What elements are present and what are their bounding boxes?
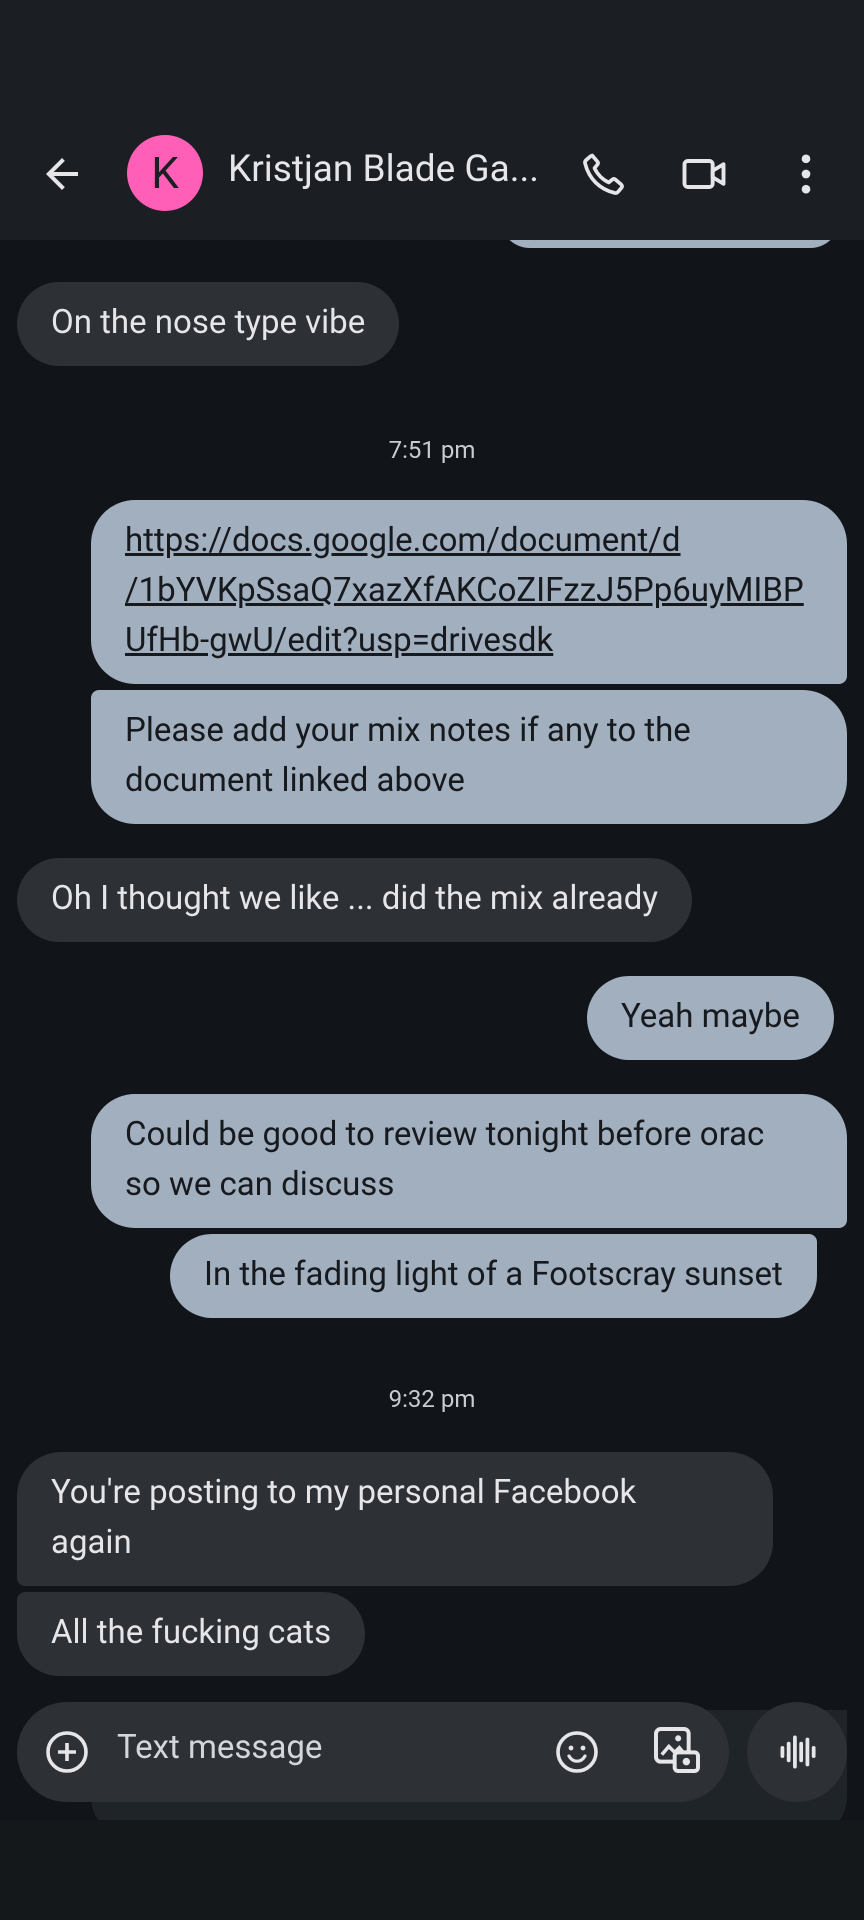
- message-text: On the nose type vibe: [51, 303, 366, 342]
- contact-name[interactable]: Kristjan Blade Ga...: [228, 148, 548, 191]
- message-text: Could be good to review tonight before o…: [125, 1115, 765, 1154]
- link-line[interactable]: https://docs.google.com/document/d: [125, 516, 813, 566]
- message-bubble-outgoing[interactable]: Please add your mix notes if any to the …: [91, 690, 847, 824]
- message-text: Yeah maybe: [621, 997, 800, 1036]
- message-text: You're posting to my personal Facebook: [51, 1473, 637, 1512]
- message-bubble-incoming[interactable]: Oh I thought we like ... did the mix alr…: [17, 858, 692, 942]
- timestamp: 9:32 pm: [388, 1385, 476, 1413]
- timestamp: 7:51 pm: [388, 436, 476, 464]
- gallery-icon[interactable]: [649, 1722, 705, 1778]
- phone-icon[interactable]: [578, 148, 630, 200]
- emoji-icon[interactable]: [553, 1728, 601, 1776]
- message-text: Please add your mix notes if any to the: [125, 711, 691, 750]
- voice-message-button[interactable]: [747, 1702, 847, 1802]
- message-bubble-incoming[interactable]: You're posting to my personal Facebook a…: [17, 1452, 773, 1586]
- link-line[interactable]: /1bYVKpSsaQ7xazXfAKCoZIFzzJ5Pp6uyMIBP: [125, 566, 813, 616]
- message-text: so we can discuss: [125, 1165, 395, 1204]
- message-input[interactable]: Text message: [117, 1728, 322, 1767]
- message-text: All the fucking cats: [51, 1613, 332, 1652]
- link-line[interactable]: UfHb-gwU/edit?usp=drivesdk: [125, 616, 813, 666]
- voice-wave-icon: [780, 1735, 816, 1769]
- conversation-screen: K Kristjan Blade Ga... On the nose type …: [0, 0, 864, 1920]
- message-bubble-outgoing[interactable]: In the fading light of a Footscray sunse…: [170, 1234, 817, 1318]
- message-text: document linked above: [125, 761, 465, 800]
- plus-circle-icon[interactable]: [43, 1728, 91, 1776]
- message-bubble-outgoing-link[interactable]: https://docs.google.com/document/d /1bYV…: [91, 500, 847, 684]
- message-bubble-incoming[interactable]: All the fucking cats: [17, 1592, 366, 1676]
- message-bubble-outgoing[interactable]: Could be good to review tonight before o…: [91, 1094, 847, 1228]
- back-arrow-icon[interactable]: [38, 150, 86, 198]
- message-bubble-incoming[interactable]: On the nose type vibe: [17, 282, 400, 366]
- video-icon[interactable]: [678, 148, 730, 200]
- app-bar: K Kristjan Blade Ga...: [0, 110, 864, 240]
- navigation-bar: [0, 1820, 864, 1920]
- message-bubble-outgoing[interactable]: Yeah maybe: [587, 976, 834, 1060]
- message-text: Oh I thought we like ... did the mix alr…: [51, 879, 658, 918]
- message-text: In the fading light of a Footscray sunse…: [204, 1255, 783, 1294]
- avatar[interactable]: K: [127, 135, 203, 211]
- compose-bar: Text message: [17, 1702, 729, 1802]
- more-vert-icon[interactable]: [780, 148, 832, 200]
- message-text: again: [51, 1523, 132, 1562]
